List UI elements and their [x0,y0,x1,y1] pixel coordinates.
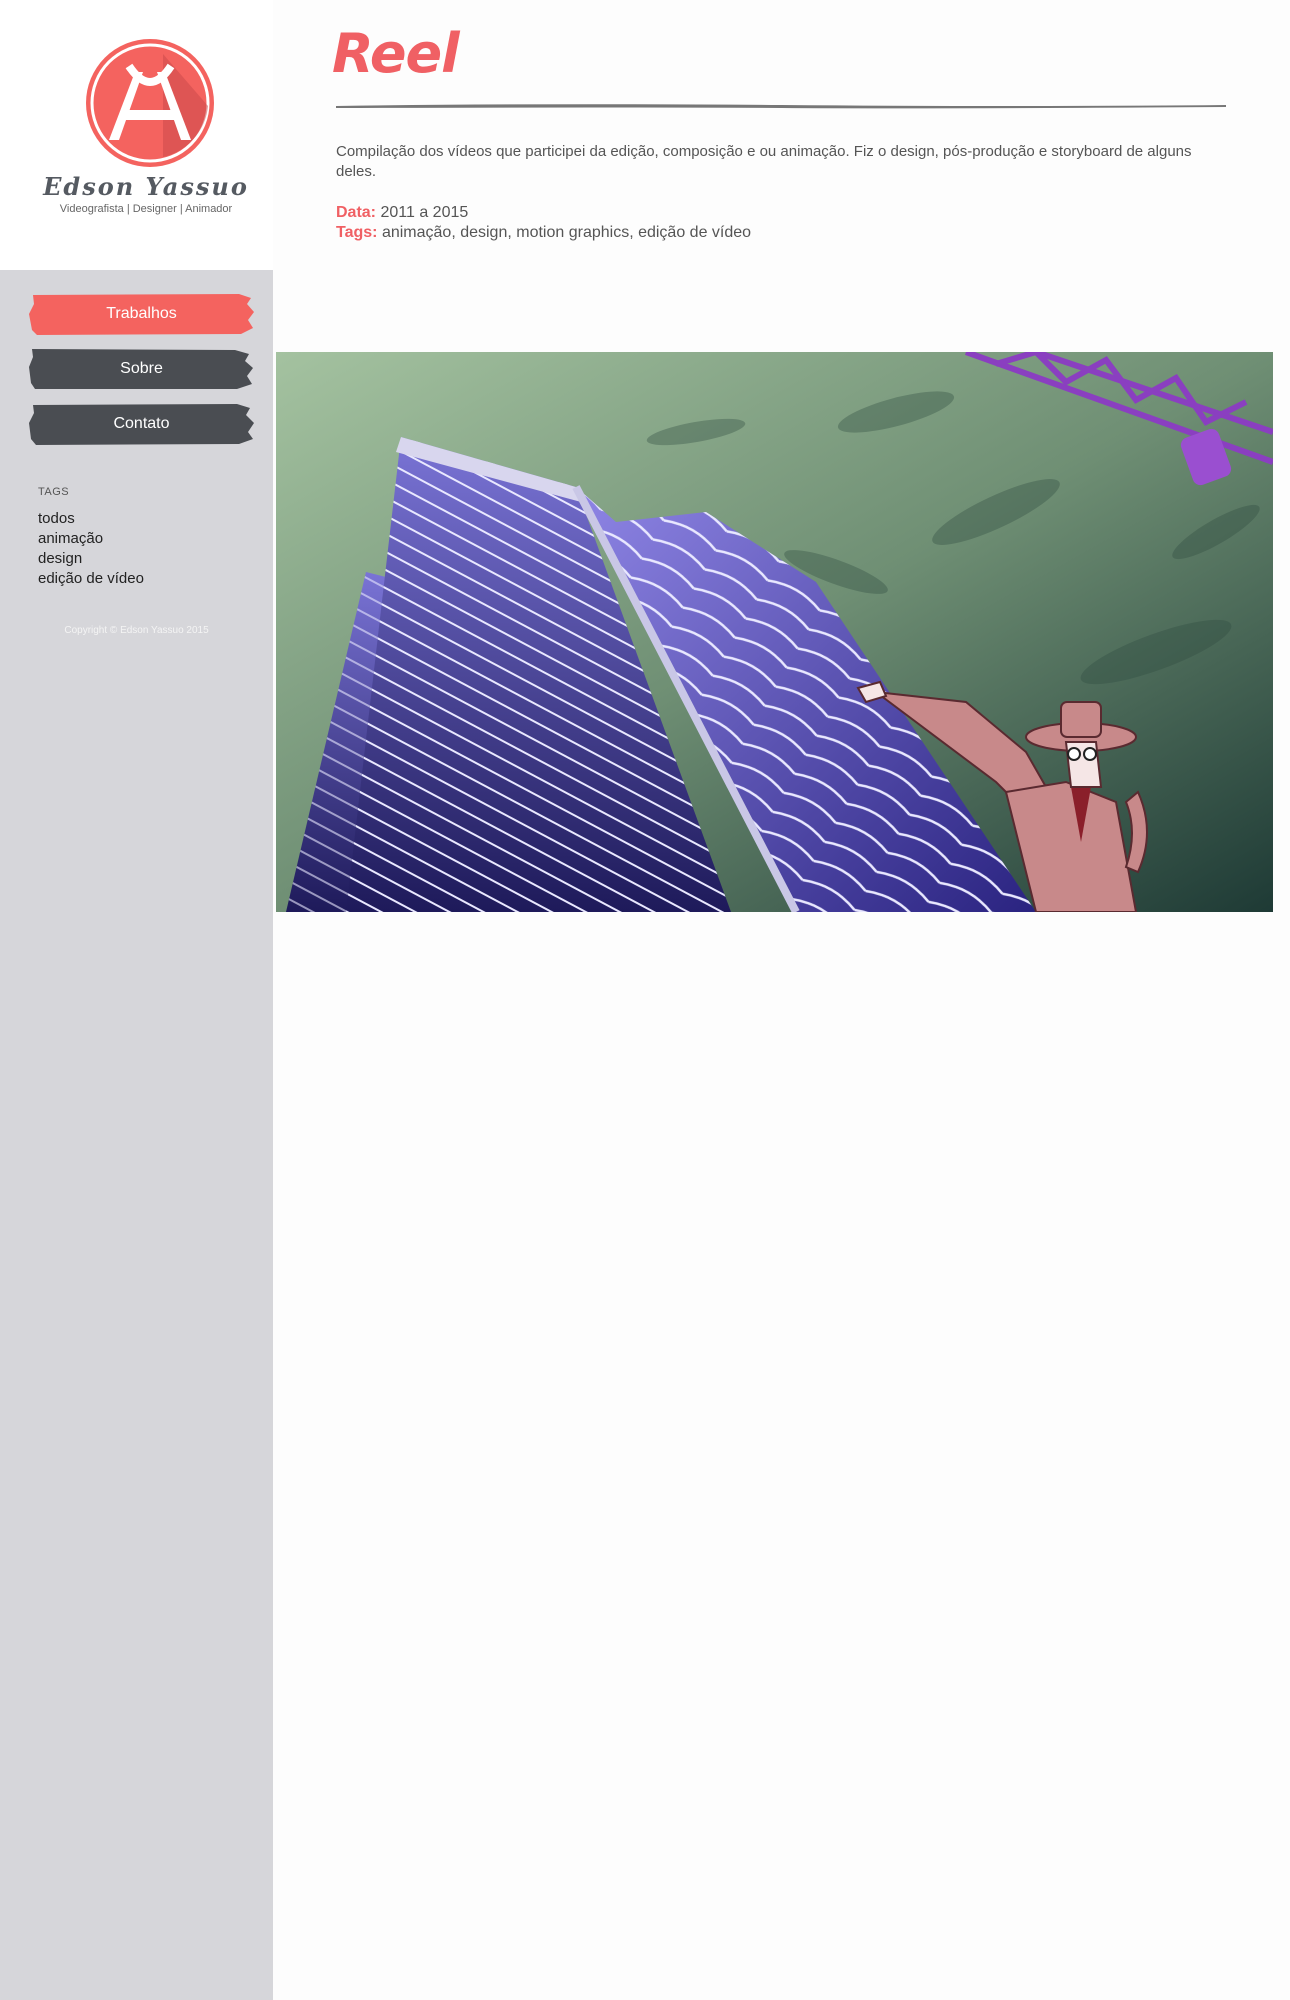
nav-contato-label: Contato [113,415,170,432]
video-thumbnail[interactable] [276,352,1273,912]
tags-heading: TAGS [38,486,70,498]
brand-name: Edson Yassuo [43,172,249,201]
tag-link-edicao-de-video[interactable]: edição de vídeo [38,570,144,587]
copyright: Copyright © Edson Yassuo 2015 [64,625,209,636]
nav-sobre-button[interactable]: Sobre [29,347,254,391]
tags-value: animação, design, motion graphics, ediçã… [381,224,752,241]
nav-trabalhos-label: Trabalhos [106,305,177,322]
tag-link-todos[interactable]: todos [38,510,75,527]
title-divider [336,104,1226,109]
page-title: Reel [332,22,460,85]
logo-icon[interactable] [83,36,217,170]
date-row: Data: 2011 a 2015 [336,203,751,223]
tags-row: Tags: animação, design, motion graphics,… [336,223,751,243]
project-meta: Data: 2011 a 2015 Tags: animação, design… [336,203,751,243]
tag-link-animacao[interactable]: animação [38,530,103,547]
tags-label: Tags: [336,224,378,241]
nav-contato-button[interactable]: Contato [29,402,254,446]
reel-illustration [276,352,1273,912]
project-description: Compilação dos vídeos que participei da … [336,143,1192,180]
sidebar: Trabalhos Sobre Contato TAGS todos anima… [0,270,273,2000]
nav-trabalhos-button[interactable]: Trabalhos [29,292,254,336]
date-label: Data: [336,204,377,221]
date-value: 2011 a 2015 [380,204,469,221]
nav-sobre-label: Sobre [120,360,163,377]
logo-area: Edson Yassuo Videografista | Designer | … [0,0,273,270]
tag-link-design[interactable]: design [38,550,82,567]
brand-subtitle: Videografista | Designer | Animador [59,203,233,215]
